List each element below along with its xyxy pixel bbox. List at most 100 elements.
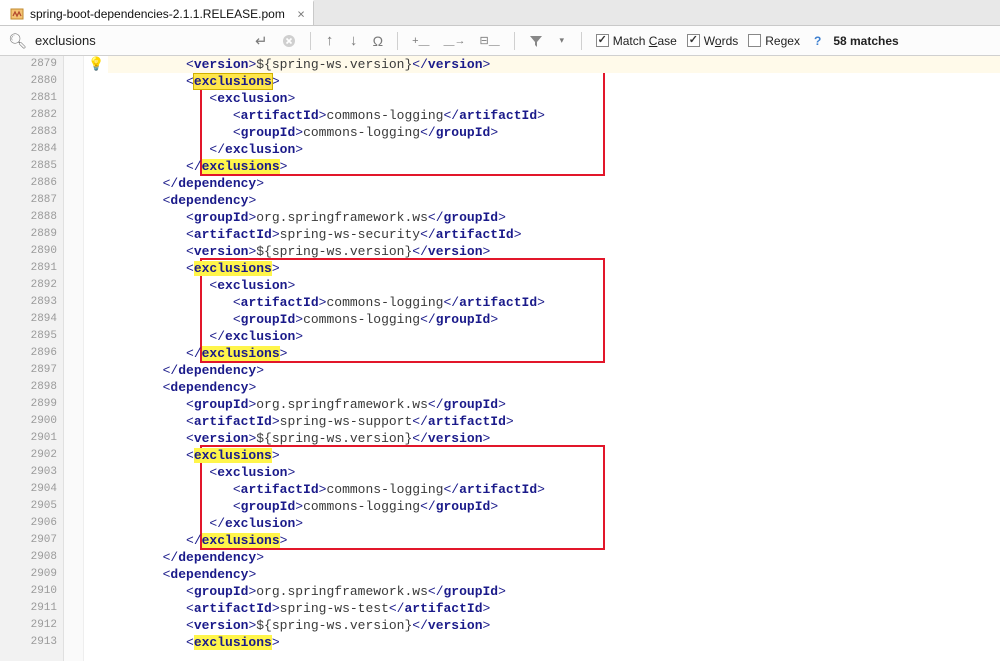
prev-match-button[interactable]: ↑ <box>321 31 339 51</box>
code-line[interactable]: </dependency> <box>108 549 1000 566</box>
line-number: 2895 <box>0 328 57 345</box>
add-selection-button[interactable]: +⸏ <box>408 31 433 51</box>
line-number: 2883 <box>0 124 57 141</box>
line-number: 2888 <box>0 209 57 226</box>
file-maven-icon <box>10 7 24 21</box>
remove-selection-button[interactable]: ⸏→ <box>440 31 470 51</box>
fold-gutter <box>64 56 84 661</box>
code-line[interactable]: <exclusion> <box>108 277 1000 294</box>
line-number: 2901 <box>0 430 57 447</box>
code-line[interactable]: <artifactId>commons-logging</artifactId> <box>108 481 1000 498</box>
code-line[interactable]: <version>${spring-ws.version}</version> <box>108 243 1000 260</box>
line-number: 2897 <box>0 362 57 379</box>
code-line[interactable]: <groupId>org.springframework.ws</groupId… <box>108 583 1000 600</box>
search-input[interactable]: exclusions <box>35 33 245 48</box>
code-line[interactable]: <version>${spring-ws.version}</version> <box>108 430 1000 447</box>
checkbox-checked-icon <box>687 34 700 47</box>
checkbox-unchecked-icon <box>748 34 761 47</box>
line-number: 2913 <box>0 634 57 651</box>
line-number: 2896 <box>0 345 57 362</box>
match-count: 58 matches <box>833 34 898 48</box>
code-line[interactable]: </dependency> <box>108 362 1000 379</box>
code-area[interactable]: <version>${spring-ws.version}</version> … <box>108 56 1000 661</box>
line-number: 2912 <box>0 617 57 634</box>
filter-icon[interactable] <box>525 31 547 51</box>
code-line[interactable]: <exclusions> <box>108 73 1000 90</box>
line-number: 2892 <box>0 277 57 294</box>
icon-gutter <box>84 56 108 661</box>
line-number: 2885 <box>0 158 57 175</box>
line-number: 2899 <box>0 396 57 413</box>
words-checkbox[interactable]: Words <box>687 34 738 48</box>
code-line[interactable]: <artifactId>spring-ws-security</artifact… <box>108 226 1000 243</box>
code-line[interactable]: <groupId>org.springframework.ws</groupId… <box>108 396 1000 413</box>
regex-checkbox[interactable]: Regex <box>748 34 800 48</box>
line-number: 2907 <box>0 532 57 549</box>
help-icon[interactable]: ? <box>814 34 821 48</box>
line-number: 2889 <box>0 226 57 243</box>
tab-title: spring-boot-dependencies-2.1.1.RELEASE.p… <box>30 7 285 21</box>
line-number: 2905 <box>0 498 57 515</box>
code-line[interactable]: <exclusion> <box>108 90 1000 107</box>
code-line[interactable]: </exclusions> <box>108 532 1000 549</box>
search-icon: 🔍︎ <box>8 32 27 50</box>
tab-bar: spring-boot-dependencies-2.1.1.RELEASE.p… <box>0 0 1000 26</box>
line-number-gutter: 2879288028812882288328842885288628872888… <box>0 56 64 661</box>
line-number: 2890 <box>0 243 57 260</box>
line-number: 2891 <box>0 260 57 277</box>
line-number: 2911 <box>0 600 57 617</box>
code-line[interactable]: <exclusions> <box>108 634 1000 651</box>
lightbulb-icon[interactable]: 💡 <box>88 56 104 73</box>
code-line[interactable]: </exclusion> <box>108 328 1000 345</box>
select-all-occurrences-button[interactable]: Ω <box>369 31 387 51</box>
editor-tab[interactable]: spring-boot-dependencies-2.1.1.RELEASE.p… <box>0 0 314 25</box>
code-line[interactable]: <dependency> <box>108 192 1000 209</box>
code-line[interactable]: <groupId>commons-logging</groupId> <box>108 311 1000 328</box>
code-line[interactable]: <artifactId>spring-ws-test</artifactId> <box>108 600 1000 617</box>
code-line[interactable]: <dependency> <box>108 379 1000 396</box>
line-number: 2886 <box>0 175 57 192</box>
next-match-button[interactable]: ↓ <box>345 31 363 51</box>
line-number: 2900 <box>0 413 57 430</box>
line-number: 2898 <box>0 379 57 396</box>
divider <box>514 32 515 50</box>
line-number: 2881 <box>0 90 57 107</box>
line-number: 2879 <box>0 56 57 73</box>
code-line[interactable]: </exclusions> <box>108 345 1000 362</box>
line-number: 2887 <box>0 192 57 209</box>
divider <box>581 32 582 50</box>
code-line[interactable]: <dependency> <box>108 566 1000 583</box>
code-line[interactable]: <version>${spring-ws.version}</version> <box>108 56 1000 73</box>
code-line[interactable]: <groupId>org.springframework.ws</groupId… <box>108 209 1000 226</box>
filter-dropdown-icon[interactable]: ▾ <box>553 31 571 51</box>
line-number: 2882 <box>0 107 57 124</box>
close-icon[interactable]: × <box>297 7 305 20</box>
code-line[interactable]: <artifactId>commons-logging</artifactId> <box>108 294 1000 311</box>
code-line[interactable]: </exclusion> <box>108 515 1000 532</box>
code-line[interactable]: </exclusion> <box>108 141 1000 158</box>
code-line[interactable]: </dependency> <box>108 175 1000 192</box>
code-line[interactable]: <exclusion> <box>108 464 1000 481</box>
code-line[interactable]: <artifactId>commons-logging</artifactId> <box>108 107 1000 124</box>
line-number: 2903 <box>0 464 57 481</box>
line-number: 2908 <box>0 549 57 566</box>
code-line[interactable]: </exclusions> <box>108 158 1000 175</box>
line-number: 2894 <box>0 311 57 328</box>
clear-search-button[interactable] <box>278 31 300 51</box>
exclude-button[interactable]: ⊟⸏ <box>476 31 504 51</box>
code-line[interactable]: <exclusions> <box>108 447 1000 464</box>
code-line[interactable]: <exclusions> <box>108 260 1000 277</box>
line-number: 2880 <box>0 73 57 90</box>
code-line[interactable]: <groupId>commons-logging</groupId> <box>108 124 1000 141</box>
divider <box>397 32 398 50</box>
match-case-checkbox[interactable]: Match Case <box>596 34 677 48</box>
code-line[interactable]: <artifactId>spring-ws-support</artifactI… <box>108 413 1000 430</box>
line-number: 2884 <box>0 141 57 158</box>
line-number: 2902 <box>0 447 57 464</box>
line-number: 2906 <box>0 515 57 532</box>
enter-icon[interactable]: ↵ <box>251 31 272 51</box>
checkbox-checked-icon <box>596 34 609 47</box>
editor[interactable]: 2879288028812882288328842885288628872888… <box>0 56 1000 661</box>
code-line[interactable]: <groupId>commons-logging</groupId> <box>108 498 1000 515</box>
code-line[interactable]: <version>${spring-ws.version}</version> <box>108 617 1000 634</box>
